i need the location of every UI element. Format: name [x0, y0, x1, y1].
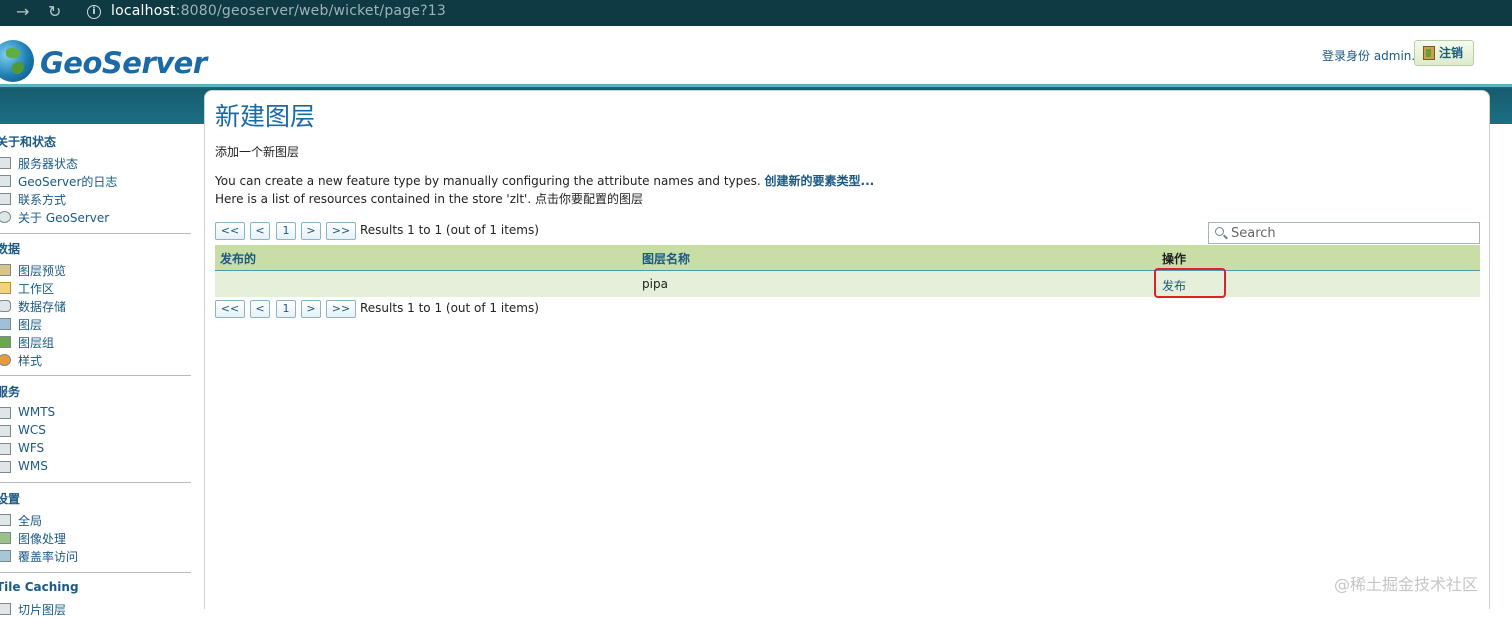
- column-header-action: 操作: [1162, 252, 1187, 266]
- pager-last-button[interactable]: >>: [326, 300, 356, 318]
- sidebar-section-about: 关于和状态: [0, 135, 57, 149]
- column-header-layer-name[interactable]: 图层名称: [642, 250, 690, 267]
- login-status: 登录身份 admin.: [1322, 49, 1416, 63]
- pager-results-text: Results 1 to 1 (out of 1 items): [360, 301, 539, 315]
- url-host: localhost: [111, 3, 176, 19]
- sidebar-divider: [0, 482, 191, 483]
- main-panel: 新建图层 添加一个新图层 You can create a new featur…: [204, 90, 1490, 609]
- sidebar-divider: [0, 572, 191, 573]
- search-icon: [1215, 227, 1224, 236]
- pager-next-button[interactable]: >: [301, 300, 321, 318]
- pager-first-button[interactable]: <<: [215, 222, 245, 240]
- log-icon: [0, 175, 11, 187]
- about-icon: [0, 211, 11, 223]
- wmts-icon: [0, 407, 11, 419]
- sidebar: 关于和状态 服务器状态 GeoServer的日志 联系方式 关于 GeoServ…: [0, 124, 192, 617]
- sidebar-divider: [0, 375, 191, 376]
- wcs-icon: [0, 425, 11, 437]
- store-resources-info: Here is a list of resources contained in…: [215, 192, 643, 206]
- table-header: 发布的 图层名称 操作: [215, 245, 1480, 271]
- table-row: pipa 发布: [215, 268, 1480, 298]
- styles-icon: [0, 354, 11, 366]
- geoserver-logo[interactable]: GeoServer: [40, 46, 207, 80]
- coverage-access-icon: [0, 550, 11, 562]
- page-description: 添加一个新图层: [215, 145, 300, 159]
- create-feature-text: You can create a new feature type by man…: [215, 174, 761, 188]
- sidebar-section-data: 数据: [0, 242, 21, 256]
- cell-layer-name: pipa: [642, 277, 668, 291]
- tile-layers-icon: [0, 603, 11, 615]
- global-settings-icon: [0, 514, 11, 526]
- forward-icon[interactable]: →: [16, 2, 29, 21]
- publish-link[interactable]: 发布: [1162, 277, 1186, 294]
- pager-next-button[interactable]: >: [301, 222, 321, 240]
- layers-icon: [0, 318, 11, 330]
- pager-page-button[interactable]: 1: [276, 222, 296, 240]
- watermark: @稀土掘金技术社区: [1334, 575, 1479, 594]
- logout-icon: [1423, 46, 1435, 60]
- site-info-icon[interactable]: i: [87, 5, 101, 19]
- sidebar-divider: [0, 233, 191, 234]
- search-input[interactable]: [1231, 225, 1471, 241]
- layer-group-icon: [0, 336, 11, 348]
- pager-page-button[interactable]: 1: [276, 300, 296, 318]
- pager-results-text: Results 1 to 1 (out of 1 items): [360, 223, 539, 237]
- logout-label: 注销: [1439, 46, 1464, 60]
- sidebar-section-settings: 设置: [0, 492, 21, 506]
- page-title: 新建图层: [215, 102, 316, 131]
- workspace-folder-icon: [0, 282, 11, 294]
- wms-icon: [0, 461, 11, 473]
- server-status-icon: [0, 157, 11, 169]
- create-feature-type-link[interactable]: 创建新的要素类型...: [765, 174, 875, 188]
- layer-preview-icon: [0, 264, 11, 276]
- app-header: [0, 26, 1512, 84]
- logout-button[interactable]: 注销: [1414, 40, 1474, 66]
- search-box[interactable]: [1208, 222, 1480, 244]
- pager-prev-button[interactable]: <: [250, 300, 270, 318]
- pager-first-button[interactable]: <<: [215, 300, 245, 318]
- reload-icon[interactable]: ↻: [48, 2, 61, 21]
- column-header-published[interactable]: 发布的: [220, 250, 256, 267]
- wfs-icon: [0, 443, 11, 455]
- browser-bar: → ↻ i localhost:8080/geoserver/web/wicke…: [0, 0, 1512, 26]
- create-feature-info: You can create a new feature type by man…: [215, 172, 874, 189]
- pager-prev-button[interactable]: <: [250, 222, 270, 240]
- url-path: :8080/geoserver/web/wicket/page?13: [175, 3, 446, 19]
- sidebar-section-tile-caching: Tile Caching: [0, 580, 79, 594]
- pager-last-button[interactable]: >>: [326, 222, 356, 240]
- contact-icon: [0, 193, 11, 205]
- image-processing-icon: [0, 532, 11, 544]
- datastore-icon: [0, 300, 11, 312]
- address-bar[interactable]: localhost:8080/geoserver/web/wicket/page…: [111, 3, 446, 19]
- sidebar-section-services: 服务: [0, 385, 21, 399]
